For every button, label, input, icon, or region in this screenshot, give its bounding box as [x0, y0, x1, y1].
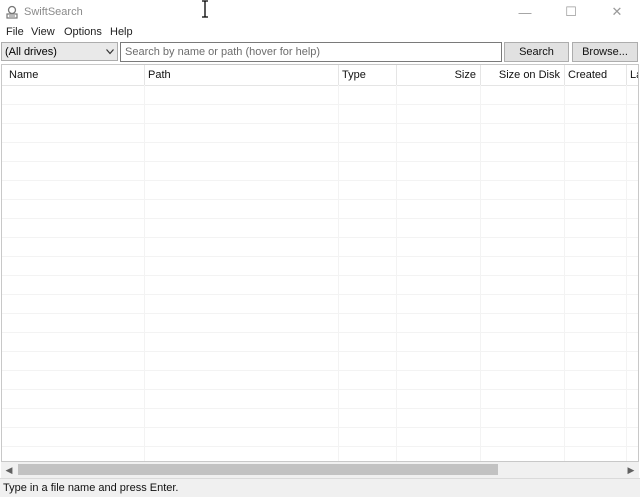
grid-row-line [2, 294, 638, 295]
chevron-right-icon: ▶ [627, 464, 635, 475]
browse-button[interactable]: Browse... [572, 42, 638, 62]
menu-view[interactable]: View [31, 26, 55, 38]
column-header-type[interactable]: Type [342, 65, 394, 85]
search-toolbar: (All drives) Search Browse... [0, 41, 640, 63]
close-icon: ✕ [611, 4, 623, 19]
drive-select[interactable]: (All drives) [1, 42, 118, 61]
column-header-name[interactable]: Name [9, 65, 139, 85]
title-bar: SwiftSearch — ☐ ✕ [0, 0, 640, 24]
grid-row-line [2, 180, 638, 181]
text-cursor-icon [202, 0, 208, 18]
scroll-left-button[interactable]: ◀ [1, 462, 17, 478]
search-input[interactable] [120, 42, 502, 62]
grid-row-line [2, 123, 638, 124]
column-divider[interactable] [564, 65, 565, 85]
search-button[interactable]: Search [504, 42, 569, 62]
grid-row-line [2, 161, 638, 162]
status-text: Type in a file name and press Enter. [3, 482, 179, 494]
results-list[interactable]: Name Path Type Size Size on Disk Created… [1, 64, 639, 462]
column-divider[interactable] [626, 65, 627, 85]
column-header-path[interactable]: Path [148, 65, 333, 85]
menu-help[interactable]: Help [110, 26, 133, 38]
window-title: SwiftSearch [24, 6, 83, 18]
results-rows [2, 85, 638, 461]
drive-select-value: (All drives) [5, 46, 57, 58]
grid-row-line [2, 275, 638, 276]
grid-row-line [2, 370, 638, 371]
column-divider[interactable] [338, 65, 339, 85]
grid-row-line [2, 313, 638, 314]
menu-options[interactable]: Options [64, 26, 102, 38]
grid-row-line [2, 237, 638, 238]
menu-file[interactable]: File [6, 26, 24, 38]
column-header-size-on-disk[interactable]: Size on Disk [484, 65, 560, 85]
grid-row-line [2, 332, 638, 333]
column-header-last-modified[interactable]: La [630, 65, 638, 85]
minimize-icon: — [518, 4, 532, 20]
grid-row-line [2, 199, 638, 200]
column-divider[interactable] [396, 65, 397, 85]
grid-row-line [2, 351, 638, 352]
grid-row-line [2, 389, 638, 390]
scroll-right-button[interactable]: ▶ [623, 462, 639, 478]
grid-row-line [2, 142, 638, 143]
minimize-button[interactable]: — [502, 0, 548, 24]
status-bar: Type in a file name and press Enter. [0, 478, 640, 497]
column-divider[interactable] [144, 65, 145, 85]
close-button[interactable]: ✕ [594, 0, 640, 24]
grid-row-line [2, 104, 638, 105]
scrollbar-thumb[interactable] [18, 464, 498, 475]
chevron-down-icon [106, 49, 114, 55]
column-header-created[interactable]: Created [568, 65, 624, 85]
column-header-size[interactable]: Size [400, 65, 476, 85]
grid-row-line [2, 427, 638, 428]
maximize-button[interactable]: ☐ [548, 0, 594, 24]
column-header-row: Name Path Type Size Size on Disk Created… [2, 65, 638, 86]
swiftsearch-app-icon [6, 5, 18, 19]
grid-row-line [2, 218, 638, 219]
column-divider[interactable] [480, 65, 481, 85]
chevron-left-icon: ◀ [5, 464, 13, 475]
menu-bar: File View Options Help [0, 24, 640, 41]
maximize-icon: ☐ [565, 4, 577, 19]
grid-row-line [2, 408, 638, 409]
grid-row-line [2, 256, 638, 257]
grid-row-line [2, 446, 638, 447]
horizontal-scrollbar[interactable]: ◀ ▶ [1, 462, 639, 478]
